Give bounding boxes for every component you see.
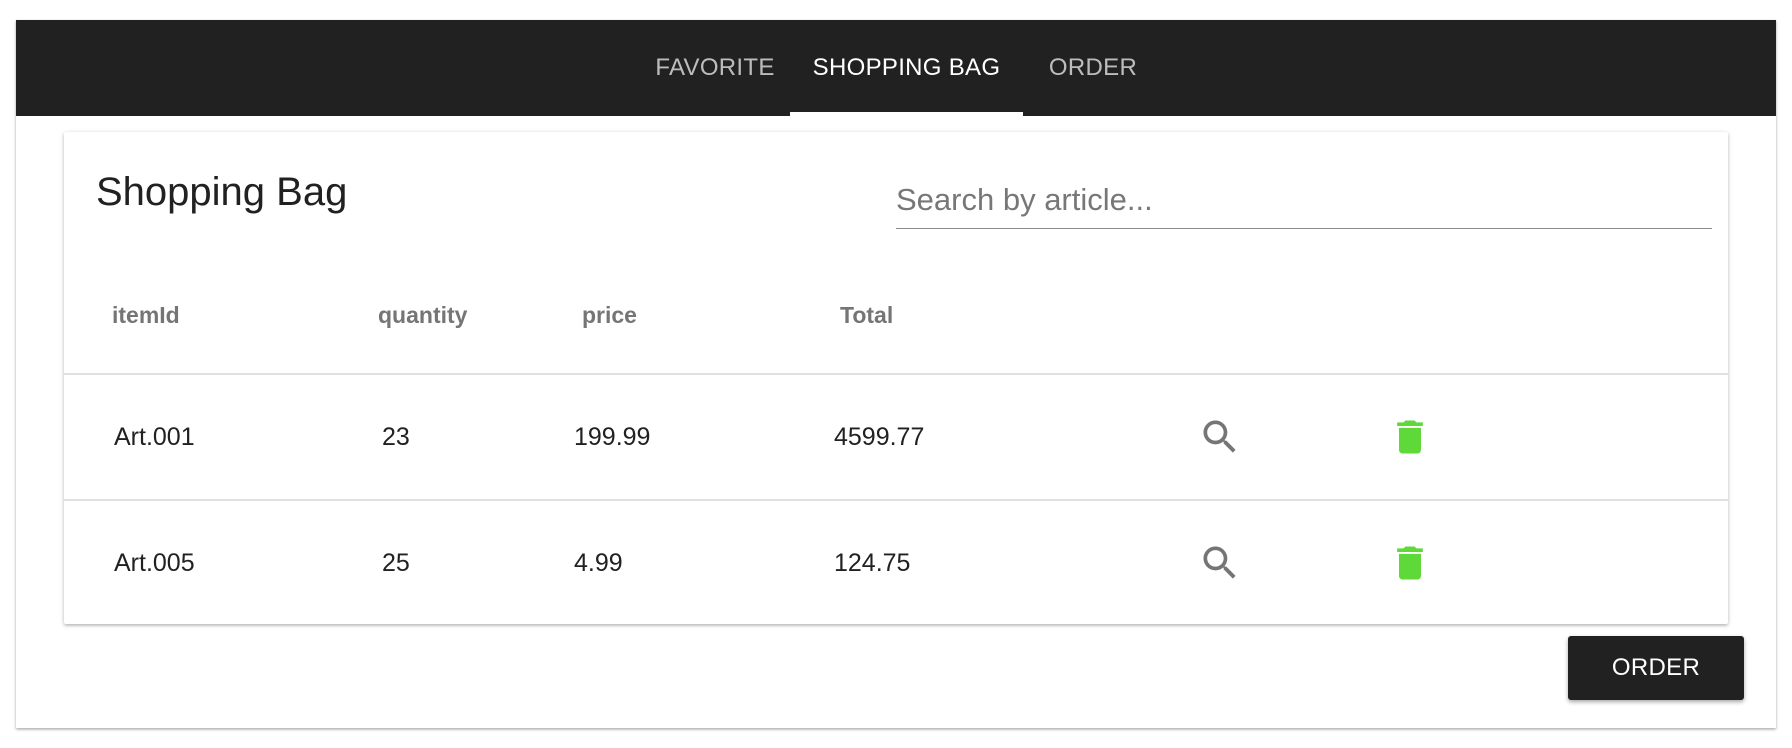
cell-quantity: 25: [382, 549, 410, 577]
table-row: Art.001 23 199.99 4599.77: [64, 375, 1728, 499]
cell-quantity: 23: [382, 423, 410, 451]
cell-price: 4.99: [574, 549, 623, 577]
tab-bar: FAVORITE SHOPPING BAG ORDER: [16, 20, 1776, 116]
page-title: Shopping Bag: [96, 170, 348, 214]
tab-shopping-bag[interactable]: SHOPPING BAG: [790, 20, 1023, 116]
search-icon[interactable]: [1198, 541, 1242, 585]
tab-order[interactable]: ORDER: [1023, 20, 1163, 116]
cell-price: 199.99: [574, 423, 651, 451]
cell-total: 124.75: [834, 549, 911, 577]
shopping-bag-card: Shopping Bag itemId quantity price Total…: [64, 132, 1728, 624]
active-tab-indicator: [790, 112, 1023, 116]
cell-itemid: Art.005: [114, 549, 195, 577]
search-input[interactable]: [896, 172, 1712, 229]
trash-icon[interactable]: [1388, 541, 1432, 585]
tab-favorite[interactable]: FAVORITE: [640, 20, 790, 116]
table-row: Art.005 25 4.99 124.75: [64, 501, 1728, 625]
column-header-itemid: itemId: [112, 302, 180, 328]
column-header-price: price: [582, 302, 637, 328]
order-button[interactable]: ORDER: [1568, 636, 1744, 700]
app-frame: FAVORITE SHOPPING BAG ORDER Shopping Bag…: [16, 20, 1776, 728]
cell-total: 4599.77: [834, 423, 925, 451]
column-header-total: Total: [840, 302, 894, 328]
trash-icon[interactable]: [1388, 415, 1432, 459]
column-header-quantity: quantity: [378, 302, 468, 328]
search-icon[interactable]: [1198, 415, 1242, 459]
cell-itemid: Art.001: [114, 423, 195, 451]
